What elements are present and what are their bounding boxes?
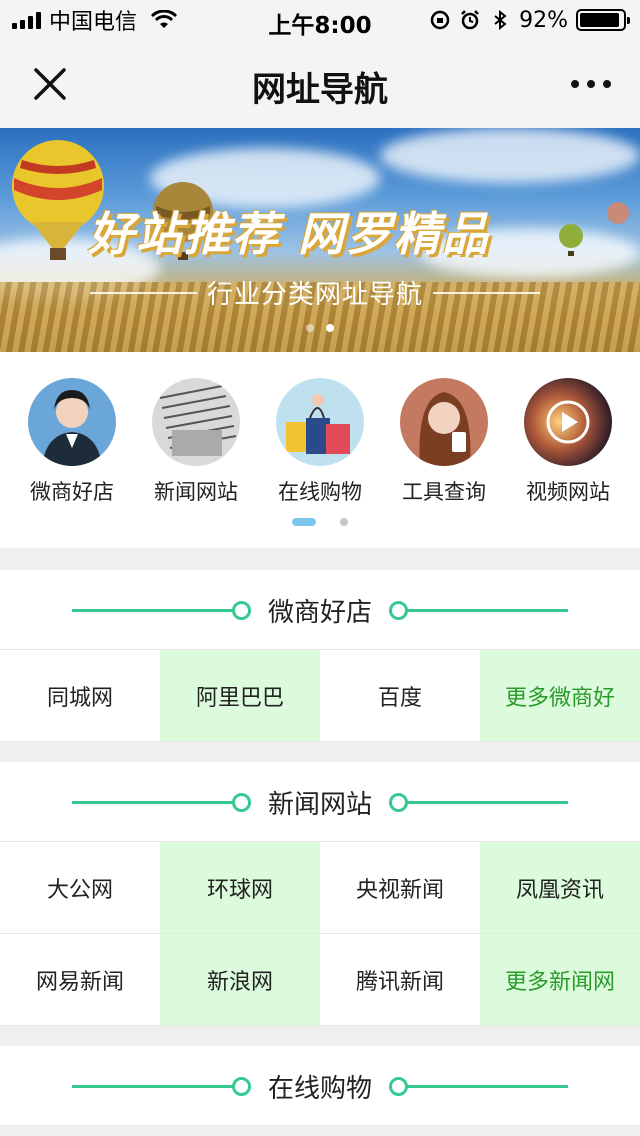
status-bar: 中国电信 上午8:00 92% <box>0 0 640 40</box>
link-section: 微商好店同城网 阿里巴巴 百度 更多微商好 <box>0 570 640 742</box>
section-header: 微商好店 <box>0 570 640 650</box>
play-video-avatar <box>524 378 612 466</box>
balloon-tiny-image-2 <box>607 202 629 224</box>
section-title: 新闻网站 <box>267 790 372 820</box>
section-title: 微商好店 <box>267 598 372 628</box>
link-section: 新闻网站大公网 环球网 央视新闻 凤凰资讯网易新闻 新浪网 腾讯新闻 更多新闻网 <box>0 762 640 1026</box>
page-indicator <box>340 518 348 526</box>
rotation-lock-icon <box>430 10 450 30</box>
site-link[interactable]: 央视新闻 <box>320 842 480 934</box>
section-header: 在线购物 <box>0 1046 640 1126</box>
site-link[interactable]: 百度 <box>320 650 480 742</box>
site-link[interactable]: 网易新闻 <box>0 934 160 1026</box>
site-link[interactable]: 大公网 <box>0 842 160 934</box>
site-link[interactable]: 阿里巴巴 <box>160 650 320 742</box>
shopping-bags-avatar <box>276 378 364 466</box>
page-title: 网址导航 <box>252 70 388 110</box>
banner-dot[interactable] <box>326 324 334 332</box>
category-label: 微商好店 <box>30 480 114 504</box>
newspaper-avatar <box>152 378 240 466</box>
close-icon <box>34 68 66 100</box>
banner-subtitle: 行业分类网址导航 <box>207 280 424 310</box>
balloon-tiny-image <box>559 224 583 256</box>
more-button[interactable] <box>566 62 616 106</box>
category-list: 微商好店 新闻网站 在线购物 工具查询 视频网站 <box>0 378 640 506</box>
close-button[interactable] <box>28 62 72 106</box>
category-item[interactable]: 新闻网站 <box>134 378 258 506</box>
battery-icon <box>576 9 630 31</box>
more-icon <box>571 80 579 88</box>
link-grid: 同城网 阿里巴巴 百度 更多微商好 <box>0 650 640 742</box>
bluetooth-icon <box>494 9 507 31</box>
battery-fill <box>580 13 619 27</box>
more-links-button[interactable]: 更多新闻网 <box>480 934 640 1026</box>
site-link[interactable]: 新浪网 <box>160 934 320 1026</box>
banner-dot[interactable] <box>306 324 314 332</box>
category-label: 工具查询 <box>402 480 486 504</box>
category-scroller[interactable]: 微商好店 新闻网站 在线购物 工具查询 视频网站 <box>0 352 640 548</box>
site-link[interactable]: 凤凰资讯 <box>480 842 640 934</box>
category-label: 新闻网站 <box>154 480 238 504</box>
category-item[interactable]: 在线购物 <box>258 378 382 506</box>
section-header: 新闻网站 <box>0 762 640 842</box>
page-indicator-active <box>292 518 316 526</box>
woman-headset-avatar <box>28 378 116 466</box>
site-link[interactable]: 环球网 <box>160 842 320 934</box>
site-link[interactable]: 腾讯新闻 <box>320 934 480 1026</box>
site-link[interactable]: 同城网 <box>0 650 160 742</box>
link-section: 在线购物 <box>0 1046 640 1126</box>
alarm-icon <box>461 10 479 30</box>
category-pagination <box>0 518 640 526</box>
category-label: 视频网站 <box>526 480 610 504</box>
status-right: 92% <box>429 6 630 34</box>
nav-bar: 网址导航 <box>0 40 640 128</box>
category-item[interactable]: 工具查询 <box>382 378 506 506</box>
banner-subtitle-row: 行业分类网址导航 <box>90 274 541 311</box>
link-grid: 大公网 环球网 央视新闻 凤凰资讯网易新闻 新浪网 腾讯新闻 更多新闻网 <box>0 842 640 1026</box>
banner-title: 好站推荐 网罗精品 <box>88 207 491 261</box>
battery-percent: 92% <box>519 7 568 33</box>
woman-phone-avatar <box>400 378 488 466</box>
category-item[interactable]: 视频网站 <box>506 378 630 506</box>
section-title: 在线购物 <box>267 1074 372 1104</box>
category-label: 在线购物 <box>278 480 362 504</box>
banner-pagination <box>0 324 640 332</box>
more-links-button[interactable]: 更多微商好 <box>480 650 640 742</box>
banner-carousel[interactable]: 好站推荐 网罗精品 行业分类网址导航 <box>0 128 640 352</box>
category-item[interactable]: 微商好店 <box>10 378 134 506</box>
